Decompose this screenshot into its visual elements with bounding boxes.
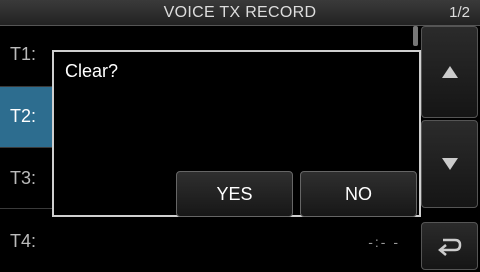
page-indicator: 1/2	[449, 4, 470, 21]
scrollbar[interactable]	[413, 26, 418, 46]
triangle-down-icon	[441, 158, 458, 170]
list-item-label: T4:	[10, 231, 37, 251]
list-item-t4[interactable]: T4: -:- -	[0, 209, 420, 271]
scroll-down-button[interactable]	[421, 120, 478, 208]
scroll-up-button[interactable]	[421, 26, 478, 118]
screen-title: VOICE TX RECORD	[163, 4, 317, 21]
list-item-label: T1:	[10, 44, 37, 64]
list-item-label: T3:	[10, 168, 37, 188]
confirm-dialog: Clear? YES NO	[52, 50, 421, 217]
return-arrow-icon	[437, 238, 461, 256]
back-button[interactable]	[421, 222, 478, 270]
no-button[interactable]: NO	[300, 171, 417, 217]
list-item-value: -:- -	[368, 234, 400, 250]
triangle-up-icon	[441, 66, 458, 78]
dialog-message: Clear?	[65, 61, 119, 81]
title-bar: VOICE TX RECORD 1/2	[0, 0, 480, 26]
yes-button[interactable]: YES	[176, 171, 293, 217]
list-item-label: T2:	[10, 106, 37, 126]
